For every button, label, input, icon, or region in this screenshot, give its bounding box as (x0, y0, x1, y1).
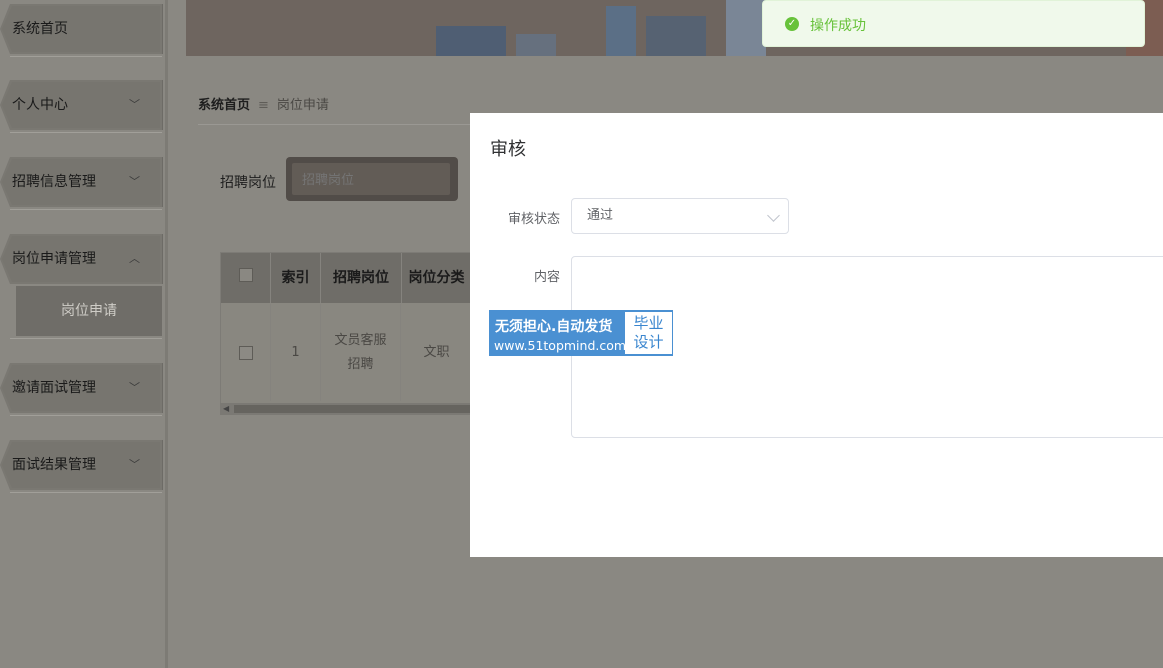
watermark-badge: 无须担心.自动发货 www.51topmind.com 毕业 设计 (489, 310, 673, 356)
breadcrumb: 系统首页 ≡ 岗位申请 (198, 94, 329, 113)
check-circle-icon: ✓ (785, 17, 799, 31)
breadcrumb-current: 岗位申请 (276, 98, 329, 113)
success-toast: ✓ 操作成功 (762, 0, 1145, 47)
divider (10, 132, 162, 133)
sidebar-item-label: 个人中心 (12, 97, 68, 113)
scroll-left-icon[interactable]: ◀ (223, 403, 229, 415)
sidebar-item-recruitment-info[interactable]: 招聘信息管理 ﹀ (0, 157, 163, 207)
chevron-down-icon (767, 209, 780, 222)
sidebar-subitem-label: 岗位申请 (61, 303, 117, 319)
table-cell: 文职 (423, 344, 450, 360)
sidebar-item-interview-result[interactable]: 面试结果管理 ﹀ (0, 440, 163, 490)
status-select-value: 通过 (587, 208, 614, 223)
status-label: 审核状态 (507, 212, 560, 227)
data-table: 索引 招聘岗位 岗位分类 1 文员客服招聘 文职 (220, 252, 472, 404)
sidebar-item-label: 系统首页 (12, 21, 68, 37)
checkbox[interactable] (238, 268, 253, 282)
table-header: 招聘岗位 (321, 253, 402, 303)
watermark-text: 无须担心.自动发货 (495, 319, 613, 335)
status-select[interactable]: 通过 (571, 198, 789, 234)
watermark-label: 毕业 (633, 314, 664, 332)
sidebar-item-label: 邀请面试管理 (12, 380, 96, 396)
sidebar-item-home[interactable]: 系统首页 (0, 4, 163, 54)
watermark-url: www.51topmind.com (494, 338, 627, 353)
checkbox[interactable] (238, 345, 253, 360)
divider (10, 492, 162, 493)
search-input[interactable] (292, 163, 450, 195)
chevron-down-icon: ﹀ (129, 98, 140, 111)
toast-message: 操作成功 (810, 18, 866, 34)
search-label: 招聘岗位 (220, 175, 276, 191)
divider (198, 124, 488, 125)
sidebar-item-interview-invite[interactable]: 邀请面试管理 ﹀ (0, 363, 163, 413)
table-header-checkbox[interactable] (221, 253, 271, 303)
table-header: 岗位分类 (402, 253, 471, 303)
chevron-down-icon: ﹀ (129, 175, 140, 188)
watermark-label: 设计 (633, 333, 664, 351)
divider (10, 56, 162, 57)
sidebar-subitem-application[interactable]: 岗位申请 (16, 286, 162, 336)
table-cell: 1 (271, 304, 321, 401)
chevron-down-icon: ﹀ (129, 381, 140, 394)
horizontal-scrollbar[interactable]: ◀ (220, 403, 470, 415)
search-box (286, 157, 458, 201)
chevron-up-icon: ︿ (129, 252, 140, 265)
breadcrumb-home[interactable]: 系统首页 (198, 98, 250, 113)
divider (10, 338, 162, 339)
sidebar-item-personal-center[interactable]: 个人中心 ﹀ (0, 80, 163, 130)
table-header: 索引 (271, 253, 321, 303)
chevron-down-icon: ﹀ (129, 458, 140, 471)
dialog-title: 审核 (490, 139, 526, 160)
sidebar-item-label: 岗位申请管理 (12, 251, 96, 267)
divider (10, 209, 162, 210)
sidebar-item-label: 招聘信息管理 (12, 174, 96, 190)
table-cell: 文员客服招聘 (321, 304, 401, 401)
table-cell-checkbox[interactable] (221, 304, 271, 401)
sidebar-item-label: 面试结果管理 (12, 457, 96, 473)
divider (10, 415, 162, 416)
breadcrumb-separator: ≡ (258, 98, 269, 113)
content-label: 内容 (533, 270, 560, 285)
sidebar-item-application-management[interactable]: 岗位申请管理 ︿ (0, 234, 163, 284)
sidebar: 系统首页 个人中心 ﹀ 招聘信息管理 ﹀ 岗位申请管理 ︿ 岗位申请 邀请面试管… (0, 0, 168, 668)
scrollbar-thumb[interactable] (234, 405, 470, 413)
